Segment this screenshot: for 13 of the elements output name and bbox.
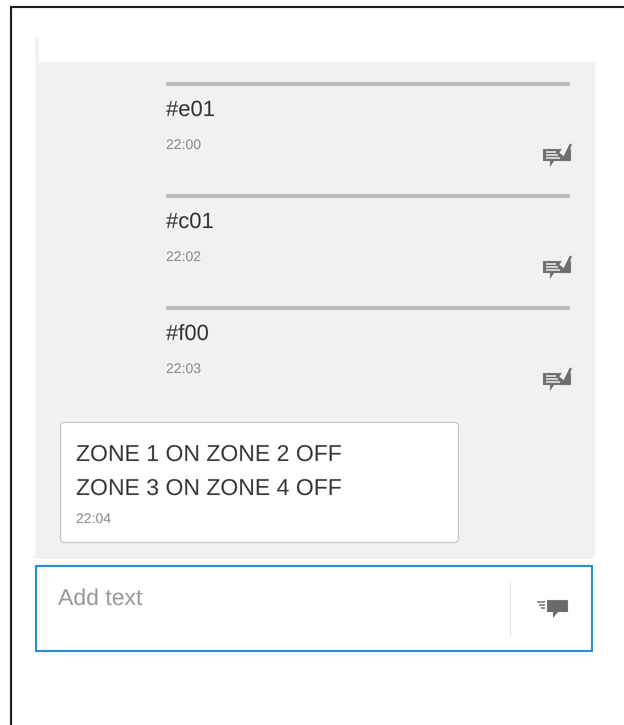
- message-text: #f00: [166, 320, 209, 346]
- message-text: #c01: [166, 208, 214, 234]
- message-time: 22:02: [166, 248, 202, 264]
- message-text: #e01: [166, 96, 215, 122]
- message-text: ZONE 1 ON ZONE 2 OFF ZONE 3 ON ZONE 4 OFF: [76, 439, 343, 502]
- message-check-icon: [542, 254, 572, 280]
- message-time: 22:00: [166, 136, 202, 152]
- message-time: 22:03: [166, 360, 202, 376]
- message-input[interactable]: Add text: [37, 577, 510, 617]
- message-composer[interactable]: Add text: [35, 565, 593, 652]
- message-check-icon: [542, 366, 572, 392]
- message-time: 22:04: [76, 510, 112, 526]
- message-check-icon: [542, 142, 572, 168]
